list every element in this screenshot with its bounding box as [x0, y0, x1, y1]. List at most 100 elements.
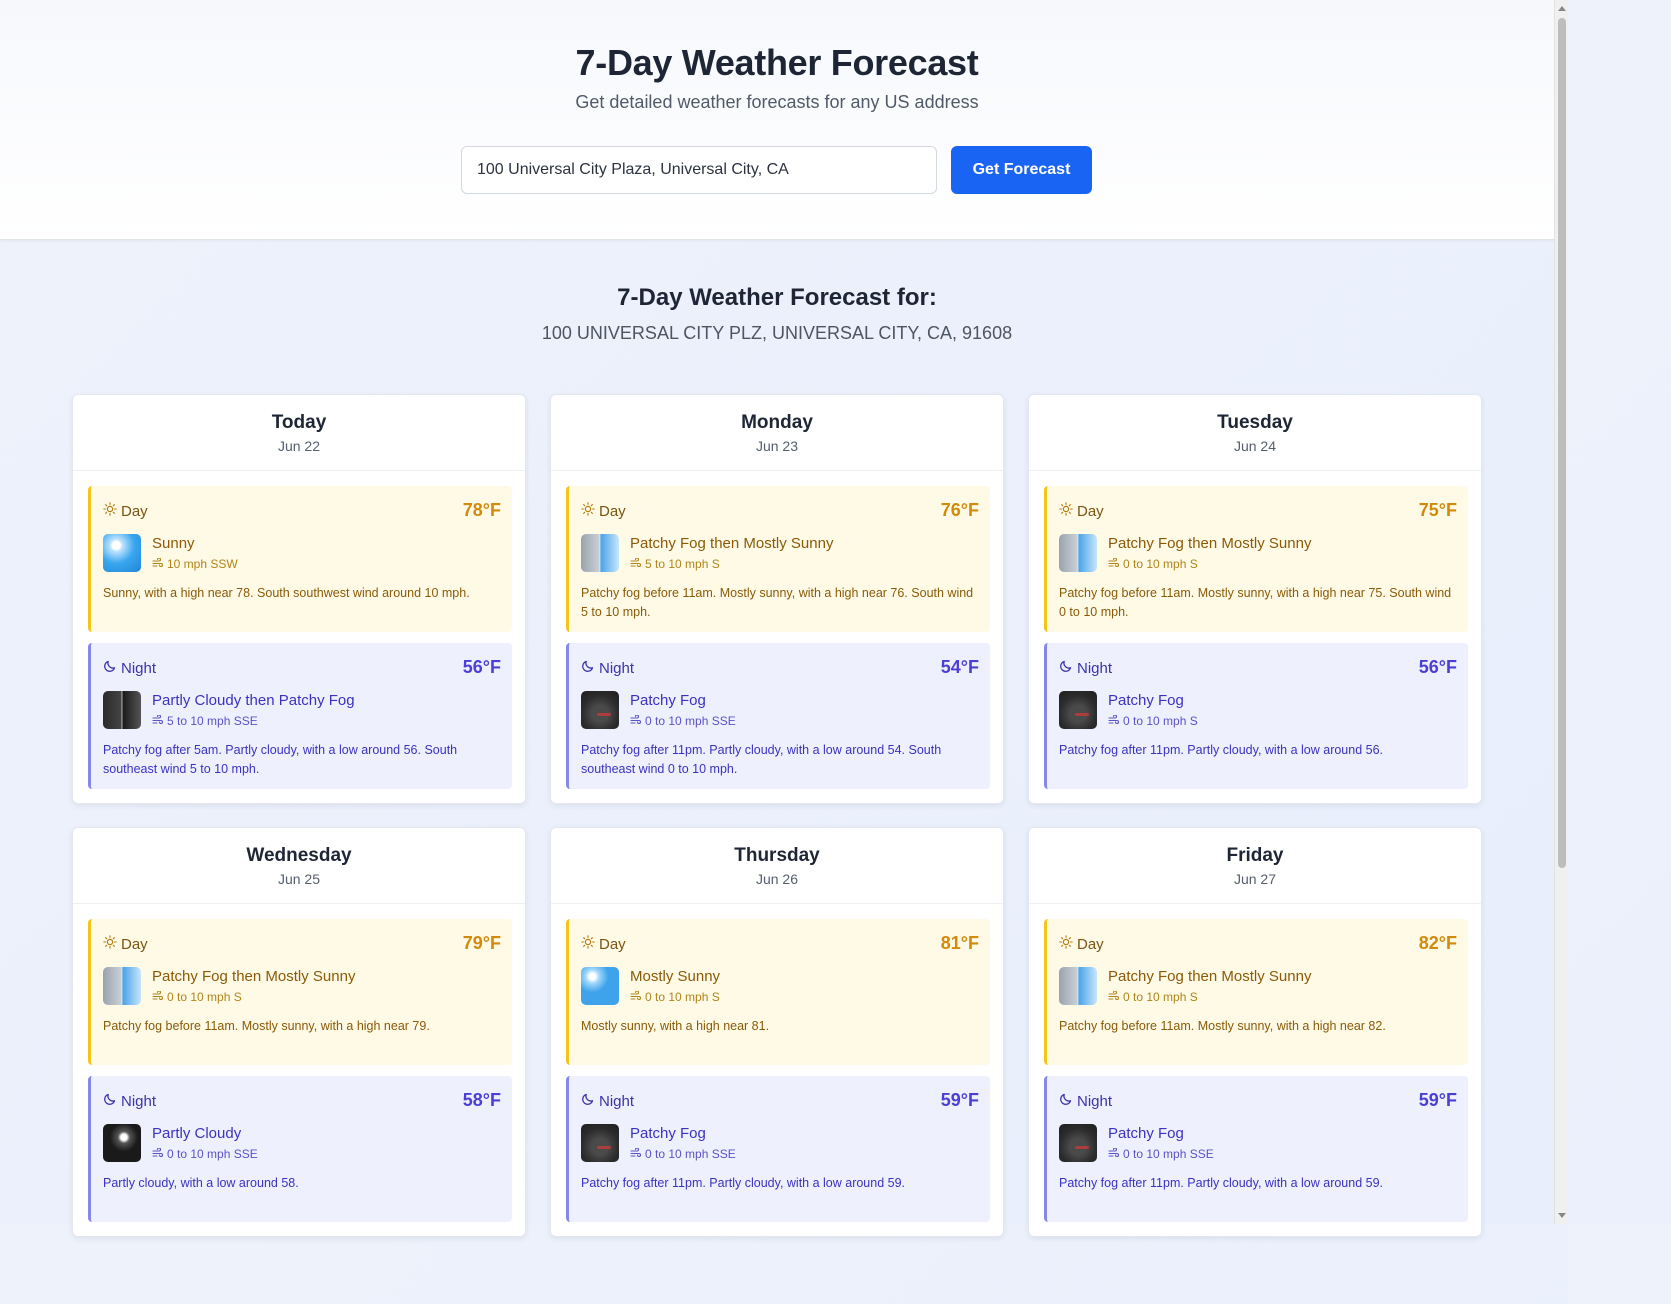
day-period: Day 78°F Sunny 10 mph SSW Sunny, with a …: [88, 486, 512, 632]
page-header: 7-Day Weather Forecast Get detailed weat…: [0, 0, 1554, 240]
moon-icon: [103, 659, 117, 677]
scrollbar[interactable]: [1554, 0, 1568, 1224]
night-label: Night: [1059, 1092, 1112, 1110]
fog-sun-icon: [581, 534, 619, 572]
day-period: Day 81°F Mostly Sunny 0 to 10 mph S Most…: [566, 919, 990, 1065]
day-label: Day: [581, 502, 626, 520]
night-wind: 0 to 10 mph SSE: [630, 1147, 736, 1161]
night-label: Night: [103, 659, 156, 677]
night-description: Patchy fog after 5am. Partly cloudy, wit…: [103, 743, 458, 776]
day-condition: Patchy Fog then Mostly Sunny: [630, 535, 834, 552]
day-wind: 0 to 10 mph S: [152, 990, 242, 1004]
wind-icon: [630, 714, 642, 728]
night-period: Night 58°F Partly Cloudy 0 to 10 mph SSE…: [88, 1076, 512, 1222]
day-date: Jun 22: [277, 438, 321, 454]
mostly-sunny-icon: [581, 967, 619, 1005]
night-condition: Patchy Fog: [1108, 1125, 1184, 1142]
scroll-up-icon[interactable]: [1558, 6, 1566, 11]
moon-icon: [581, 659, 595, 677]
night-temperature: 59°F: [1418, 1090, 1457, 1110]
day-card: Monday Jun 23 Day 76°F Patchy Fog then M…: [550, 394, 1004, 804]
day-name: Friday: [1226, 845, 1284, 866]
day-wind: 10 mph SSW: [152, 557, 238, 571]
partly-cloudy-fog-night-icon: [103, 691, 141, 729]
night-period: Night 59°F Patchy Fog 0 to 10 mph SSE Pa…: [566, 1076, 990, 1222]
night-label: Night: [103, 1092, 156, 1110]
day-wind: 5 to 10 mph S: [630, 557, 720, 571]
night-description: Patchy fog after 11pm. Partly cloudy, wi…: [1059, 743, 1384, 757]
day-card: Friday Jun 27 Day 82°F Patchy Fog then M…: [1028, 827, 1482, 1237]
sun-icon: [1059, 502, 1073, 520]
fog-night-icon: [581, 1124, 619, 1162]
wind-icon: [152, 990, 164, 1004]
wind-icon: [630, 557, 642, 571]
card-header: Thursday Jun 26: [551, 828, 1003, 904]
night-label: Night: [581, 659, 634, 677]
day-name: Today: [271, 412, 327, 433]
night-description: Patchy fog after 11pm. Partly cloudy, wi…: [1059, 1176, 1384, 1190]
day-temperature: 75°F: [1418, 500, 1457, 520]
day-wind: 0 to 10 mph S: [630, 990, 720, 1004]
day-date: Jun 23: [755, 438, 799, 454]
night-condition: Patchy Fog: [630, 1125, 706, 1142]
day-temperature: 82°F: [1418, 933, 1457, 953]
fog-night-icon: [1059, 1124, 1097, 1162]
wind-icon: [630, 1147, 642, 1161]
night-description: Partly cloudy, with a low around 58.: [103, 1176, 299, 1190]
day-label: Day: [1059, 502, 1104, 520]
sun-icon: [103, 935, 117, 953]
day-period: Day 82°F Patchy Fog then Mostly Sunny 0 …: [1044, 919, 1468, 1065]
fog-night-icon: [1059, 691, 1097, 729]
day-description: Mostly sunny, with a high near 81.: [581, 1019, 770, 1033]
day-wind: 0 to 10 mph S: [1108, 557, 1198, 571]
wind-icon: [1108, 1147, 1120, 1161]
wind-icon: [152, 714, 164, 728]
day-label: Day: [581, 935, 626, 953]
sunny-icon: [103, 534, 141, 572]
scroll-thumb[interactable]: [1558, 18, 1566, 868]
day-date: Jun 27: [1233, 871, 1277, 887]
night-description: Patchy fog after 11pm. Partly cloudy, wi…: [581, 743, 942, 776]
night-label: Night: [1059, 659, 1112, 677]
wind-icon: [1108, 990, 1120, 1004]
day-date: Jun 24: [1233, 438, 1277, 454]
scroll-down-icon[interactable]: [1558, 1213, 1566, 1218]
day-date: Jun 26: [755, 871, 799, 887]
night-period: Night 56°F Partly Cloudy then Patchy Fog…: [88, 643, 512, 789]
day-name: Monday: [741, 412, 813, 433]
night-temperature: 56°F: [1418, 657, 1457, 677]
day-description: Patchy fog before 11am. Mostly sunny, wi…: [1059, 1019, 1386, 1033]
day-card: Tuesday Jun 24 Day 75°F Patchy Fog then …: [1028, 394, 1482, 804]
moon-icon: [1059, 659, 1073, 677]
sun-icon: [581, 502, 595, 520]
day-condition: Mostly Sunny: [630, 968, 721, 985]
day-temperature: 79°F: [462, 933, 501, 953]
night-period: Night 54°F Patchy Fog 0 to 10 mph SSE Pa…: [566, 643, 990, 789]
moon-icon: [581, 1092, 595, 1110]
fog-sun-icon: [1059, 534, 1097, 572]
forecast-address: 100 UNIVERSAL CITY PLZ, UNIVERSAL CITY, …: [541, 323, 1013, 343]
day-description: Patchy fog before 11am. Mostly sunny, wi…: [103, 1019, 430, 1033]
sun-icon: [581, 935, 595, 953]
day-period: Day 75°F Patchy Fog then Mostly Sunny 0 …: [1044, 486, 1468, 632]
sun-icon: [1059, 935, 1073, 953]
wind-icon: [152, 1147, 164, 1161]
night-wind: 0 to 10 mph SSE: [152, 1147, 258, 1161]
night-period: Night 56°F Patchy Fog 0 to 10 mph S Patc…: [1044, 643, 1468, 789]
day-condition: Patchy Fog then Mostly Sunny: [1108, 535, 1312, 552]
day-condition: Sunny: [152, 535, 195, 552]
card-header: Tuesday Jun 24: [1029, 395, 1481, 471]
card-header: Friday Jun 27: [1029, 828, 1481, 904]
night-condition: Patchy Fog: [1108, 692, 1184, 709]
day-card: Thursday Jun 26 Day 81°F Mostly Sunny 0 …: [550, 827, 1004, 1237]
night-description: Patchy fog after 11pm. Partly cloudy, wi…: [581, 1176, 906, 1190]
partly-cloudy-night-icon: [103, 1124, 141, 1162]
sun-icon: [103, 502, 117, 520]
night-condition: Partly Cloudy then Patchy Fog: [152, 692, 355, 709]
address-input[interactable]: [461, 146, 937, 194]
night-wind: 0 to 10 mph SSE: [630, 714, 736, 728]
day-card: Today Jun 22 Day 78°F Sunny 10 mph SSW S…: [72, 394, 526, 804]
page-subtitle: Get detailed weather forecasts for any U…: [575, 92, 979, 112]
moon-icon: [103, 1092, 117, 1110]
get-forecast-button[interactable]: Get Forecast: [951, 146, 1092, 194]
